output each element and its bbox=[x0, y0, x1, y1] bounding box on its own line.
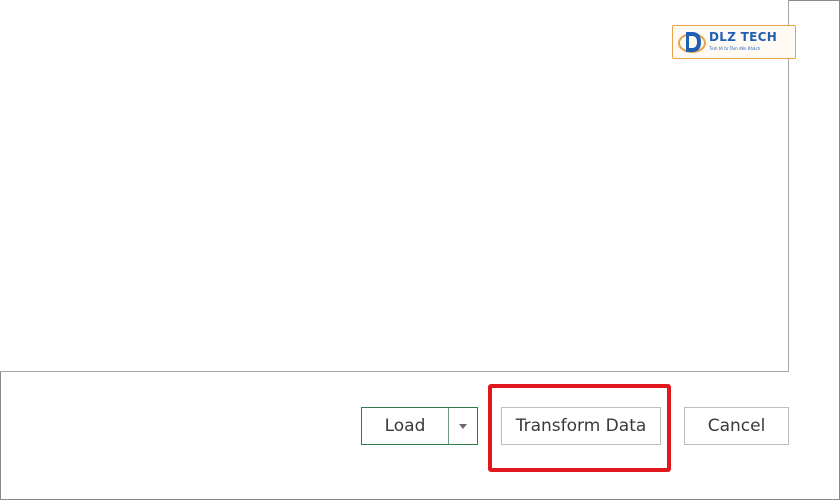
data-preview-panel bbox=[0, 0, 789, 372]
caret-down-icon bbox=[459, 423, 467, 429]
dlz-logo-icon bbox=[678, 32, 706, 53]
cancel-button[interactable]: Cancel bbox=[684, 407, 789, 445]
load-button[interactable]: Load bbox=[362, 408, 449, 444]
load-split-button[interactable]: Load bbox=[361, 407, 478, 445]
load-dropdown-button[interactable] bbox=[449, 408, 477, 444]
watermark-brand: DLZ TECH bbox=[709, 30, 778, 44]
transform-data-button[interactable]: Transform Data bbox=[501, 407, 661, 445]
watermark: DLZ TECH Tinh tế từ Tâm đến Khách bbox=[672, 25, 796, 59]
watermark-tagline: Tinh tế từ Tâm đến Khách bbox=[709, 46, 761, 51]
